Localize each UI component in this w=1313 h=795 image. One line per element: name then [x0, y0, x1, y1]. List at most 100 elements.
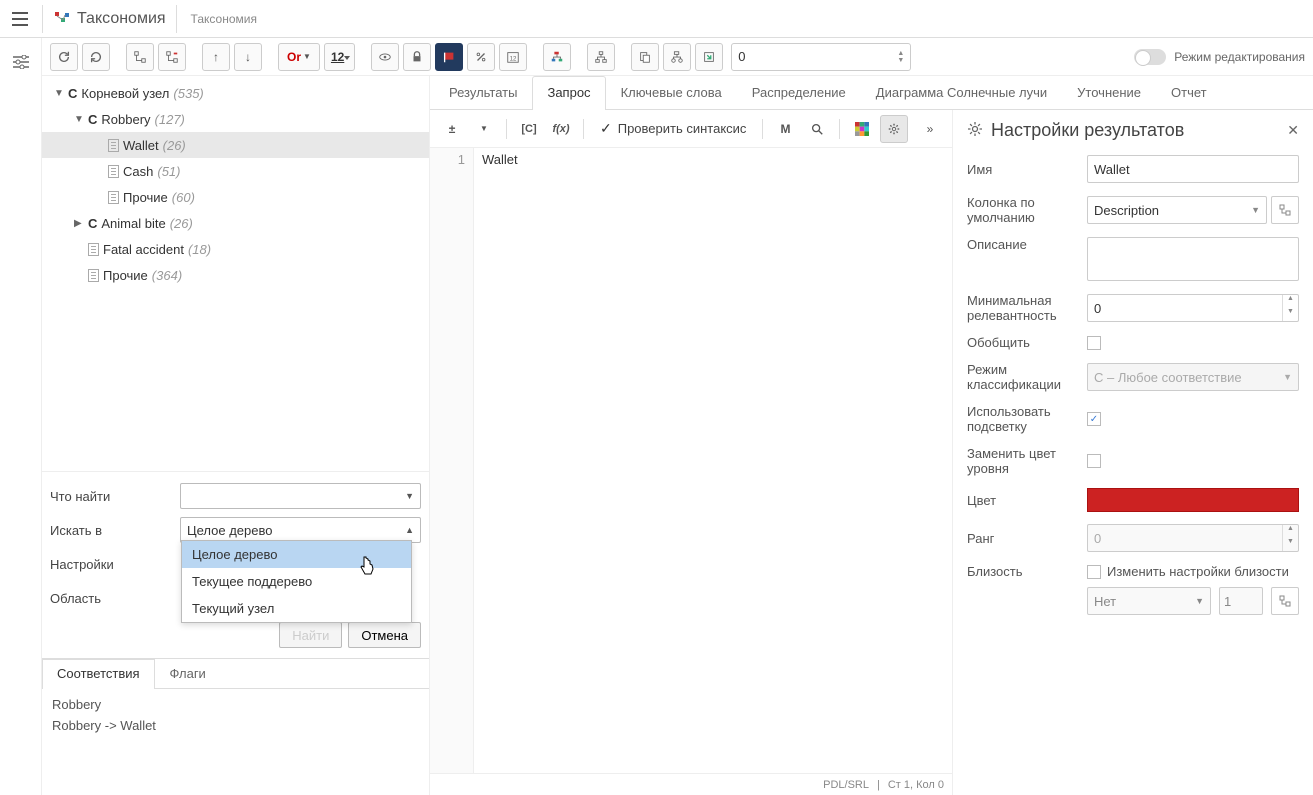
tree-node[interactable]: Прочие(364): [42, 262, 429, 288]
class-mode-select: С – Любое соответствие▼: [1087, 363, 1299, 391]
refresh-icon[interactable]: [50, 43, 78, 71]
scope-label: Область: [50, 591, 180, 606]
proximity-checkbox-label: Изменить настройки близости: [1107, 564, 1289, 579]
gutter: 1: [430, 148, 474, 773]
percent-icon[interactable]: [467, 43, 495, 71]
dropdown-option[interactable]: Текущее поддерево: [182, 568, 411, 595]
use-highlight-label: Использовать подсветку: [967, 404, 1087, 434]
check-syntax-button[interactable]: ✓Проверить синтаксис: [592, 115, 754, 143]
hierarchy-icon-2[interactable]: [587, 43, 615, 71]
use-highlight-checkbox[interactable]: ✓: [1087, 412, 1101, 426]
tree-node[interactable]: Wallet(26): [42, 132, 429, 158]
sliders-icon[interactable]: [9, 50, 33, 74]
copy-icon[interactable]: [631, 43, 659, 71]
search-in-label: Искать в: [50, 523, 180, 538]
number-badge[interactable]: 12: [324, 43, 355, 71]
settings-panel: Настройки результатов ✕ Имя Wallet Колон…: [953, 110, 1313, 795]
tree-node[interactable]: Cash(51): [42, 158, 429, 184]
tree-node[interactable]: Fatal accident(18): [42, 236, 429, 262]
description-textarea[interactable]: [1087, 237, 1299, 281]
code-editor[interactable]: 1 Wallet: [430, 148, 952, 773]
dropdown-option[interactable]: Целое дерево: [182, 541, 411, 568]
proximity-extra-icon[interactable]: [1271, 587, 1299, 615]
tab-matches[interactable]: Соответствия: [42, 659, 155, 689]
hierarchy-icon-3[interactable]: [663, 43, 691, 71]
app-header: Таксономия Таксономия: [0, 0, 1313, 38]
match-item[interactable]: Robbery: [52, 697, 419, 712]
dropdown-caret-icon[interactable]: ▼: [470, 115, 498, 143]
or-button[interactable]: Or▼: [278, 43, 320, 71]
rank-input: 0▲▼: [1087, 524, 1299, 552]
name-label: Имя: [967, 162, 1087, 177]
generalize-label: Обобщить: [967, 335, 1087, 350]
main-tab[interactable]: Отчет: [1156, 76, 1222, 109]
statusbar: PDL/SRL | Ст 1, Кол 0: [430, 773, 952, 795]
error-flag-icon[interactable]: [435, 43, 463, 71]
cancel-button[interactable]: Отмена: [348, 622, 421, 648]
expand-collapse-icon[interactable]: »: [916, 115, 944, 143]
arrow-up-icon[interactable]: ↑: [202, 43, 230, 71]
find-button[interactable]: Найти: [279, 622, 342, 648]
right-panel: РезультатыЗапросКлючевые словаРаспределе…: [430, 76, 1313, 795]
generalize-checkbox[interactable]: [1087, 336, 1101, 350]
color-swatch[interactable]: [1087, 488, 1299, 512]
arrow-down-icon[interactable]: ↓: [234, 43, 262, 71]
min-relevance-label: Минимальная релевантность: [967, 293, 1087, 323]
editor-toolbar: ± ▼ [C] f(x) ✓Проверить синтаксис M »: [430, 110, 952, 148]
default-col-select[interactable]: Description▼: [1087, 196, 1267, 224]
proximity-label: Близость: [967, 564, 1087, 579]
lock-icon[interactable]: [403, 43, 431, 71]
plus-minus-icon[interactable]: ±: [438, 115, 466, 143]
tree-remove-icon[interactable]: [158, 43, 186, 71]
bracket-c-icon[interactable]: [C]: [515, 115, 543, 143]
eye-icon[interactable]: [371, 43, 399, 71]
main-tab[interactable]: Ключевые слова: [606, 76, 737, 109]
main-tab[interactable]: Результаты: [434, 76, 532, 109]
find-label: Что найти: [50, 489, 180, 504]
m-icon[interactable]: M: [771, 115, 799, 143]
edit-mode-toggle[interactable]: [1134, 49, 1166, 65]
replace-color-checkbox[interactable]: [1087, 454, 1101, 468]
settings-label: Настройки: [50, 557, 180, 572]
tree-node[interactable]: Прочие(60): [42, 184, 429, 210]
search-in-dropdown[interactable]: Целое деревоТекущее поддеревоТекущий узе…: [181, 540, 412, 623]
main-tab[interactable]: Распределение: [737, 76, 861, 109]
rank-label: Ранг: [967, 531, 1087, 546]
min-relevance-input[interactable]: 0▲▼: [1087, 294, 1299, 322]
tree-add-icon[interactable]: [126, 43, 154, 71]
bottom-tabs: Соответствия Флаги Robbery Robbery -> Wal…: [42, 658, 429, 747]
gear-icon[interactable]: [880, 115, 908, 143]
proximity-select: Нет▼: [1087, 587, 1211, 615]
refresh-alt-icon[interactable]: [82, 43, 110, 71]
column-extra-icon[interactable]: [1271, 196, 1299, 224]
gear-icon: [967, 121, 983, 140]
default-col-label: Колонка по умолчанию: [967, 195, 1087, 225]
svg-text:12: 12: [510, 55, 517, 62]
left-panel: ▼CКорневой узел(535)▼CRobbery(127)Wallet…: [42, 76, 430, 795]
tab-flags[interactable]: Флаги: [155, 659, 221, 688]
editor-main: ± ▼ [C] f(x) ✓Проверить синтаксис M »: [430, 110, 953, 795]
tree-node[interactable]: ▼CКорневой узел(535): [42, 80, 429, 106]
hierarchy-icon-1[interactable]: [543, 43, 571, 71]
dropdown-option[interactable]: Текущий узел: [182, 595, 411, 622]
hamburger-icon[interactable]: [8, 7, 32, 31]
calendar-12-icon[interactable]: 12: [499, 43, 527, 71]
main-tab[interactable]: Запрос: [532, 76, 605, 110]
breadcrumb: Таксономия: [191, 12, 257, 26]
grid-colors-icon[interactable]: [848, 115, 876, 143]
match-item[interactable]: Robbery -> Wallet: [52, 718, 419, 733]
toolbar-spinner[interactable]: 0 ▲▼: [731, 43, 911, 71]
main-tab-strip: РезультатыЗапросКлючевые словаРаспределе…: [430, 76, 1313, 110]
tree-node[interactable]: ▼CRobbery(127): [42, 106, 429, 132]
main-tab[interactable]: Диаграмма Солнечные лучи: [861, 76, 1062, 109]
tree-node[interactable]: ▶CAnimal bite(26): [42, 210, 429, 236]
name-input[interactable]: Wallet: [1087, 155, 1299, 183]
find-input[interactable]: ▼: [180, 483, 421, 509]
export-icon[interactable]: [695, 43, 723, 71]
search-zoom-icon[interactable]: [803, 115, 831, 143]
code-body[interactable]: Wallet: [474, 148, 952, 773]
proximity-checkbox[interactable]: [1087, 565, 1101, 579]
fx-icon[interactable]: f(x): [547, 115, 575, 143]
close-icon[interactable]: ✕: [1287, 122, 1299, 139]
main-tab[interactable]: Уточнение: [1062, 76, 1156, 109]
